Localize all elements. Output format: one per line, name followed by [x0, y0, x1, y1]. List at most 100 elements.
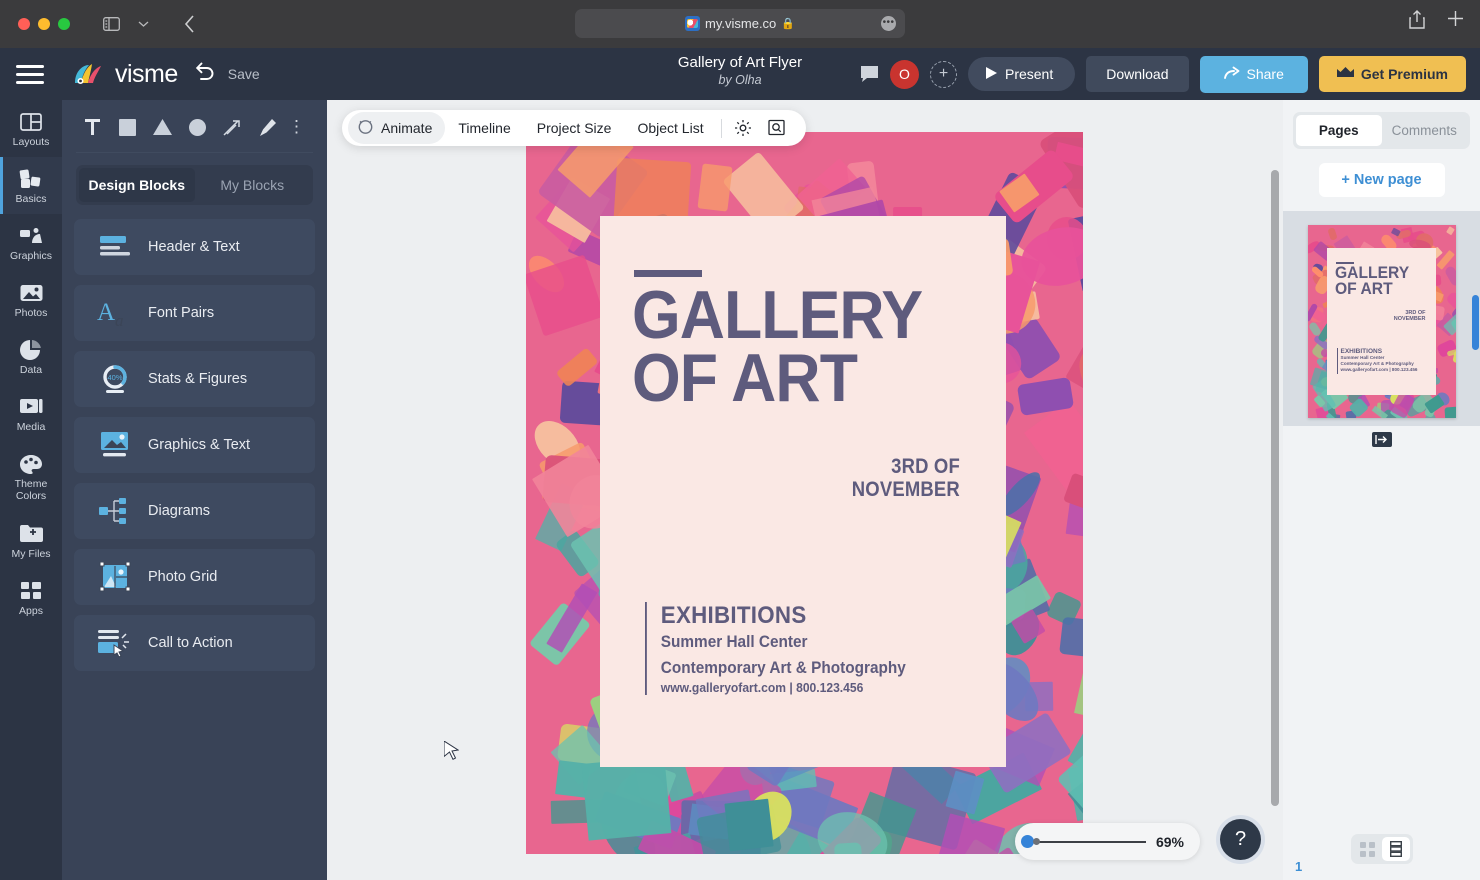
design-blocks-list: Header & Text A a Font Pairs 40% Stats &: [74, 219, 315, 671]
present-button[interactable]: Present: [968, 57, 1075, 91]
triangle-tool-icon[interactable]: [146, 112, 178, 142]
rail-label: Theme Colors: [2, 478, 60, 502]
tab-my-blocks[interactable]: My Blocks: [195, 168, 311, 202]
tab-design-blocks[interactable]: Design Blocks: [79, 168, 195, 202]
sidebar-item-data[interactable]: Data: [0, 328, 62, 385]
sidebar-item-my-files[interactable]: My Files: [0, 512, 62, 569]
canvas-area[interactable]: Animate Timeline Project Size Object Lis…: [327, 100, 1283, 880]
thumbnail-exhibitions: EXHIBITIONS Summer Hall Center Contempor…: [1337, 348, 1418, 374]
premium-label: Get Premium: [1361, 66, 1448, 82]
timeline-button[interactable]: Timeline: [445, 120, 523, 136]
sidebar-toggle-icon[interactable]: [98, 12, 124, 36]
zoom-slider-dot: [1033, 838, 1040, 845]
object-list-button[interactable]: Object List: [624, 120, 716, 136]
rail-label: Graphics: [2, 250, 60, 262]
preview-icon[interactable]: [760, 119, 794, 137]
rail-label: My Files: [2, 548, 60, 560]
close-window-button[interactable]: [18, 18, 30, 30]
rectangle-tool-icon[interactable]: [111, 112, 143, 142]
block-diagrams[interactable]: Diagrams: [74, 483, 315, 539]
avatar[interactable]: O: [890, 60, 919, 89]
tab-comments[interactable]: Comments: [1382, 115, 1468, 146]
block-label: Photo Grid: [148, 569, 217, 585]
sidebar-item-layouts[interactable]: Layouts: [0, 100, 62, 157]
share-icon[interactable]: [1409, 10, 1425, 34]
minimize-window-button[interactable]: [38, 18, 50, 30]
my-files-icon: [2, 523, 60, 545]
tab-pages[interactable]: Pages: [1296, 115, 1382, 146]
sidebar-item-graphics[interactable]: Graphics: [0, 214, 62, 271]
new-tab-icon[interactable]: [1447, 10, 1464, 34]
block-tabs: Design Blocks My Blocks: [76, 165, 313, 205]
page-menu-icon[interactable]: •••: [881, 16, 896, 31]
save-button[interactable]: Save: [228, 66, 260, 82]
graphics-text-icon: [96, 428, 134, 462]
data-icon: [2, 339, 60, 361]
sidebar-item-basics[interactable]: Basics: [0, 157, 62, 214]
line-tool-icon[interactable]: [216, 112, 248, 142]
settings-gear-icon[interactable]: [726, 119, 760, 137]
date-line-1: 3RD OF: [852, 456, 960, 479]
share-button[interactable]: Share: [1200, 56, 1308, 93]
zoom-control[interactable]: 69%: [1015, 823, 1200, 860]
svg-text:a: a: [115, 311, 124, 328]
thumbnail-card: GALLERY OF ART 3RD OF NOVEMBER EXHIBITIO…: [1327, 248, 1436, 395]
block-font-pairs[interactable]: A a Font Pairs: [74, 285, 315, 341]
main-menu-icon[interactable]: [0, 65, 60, 84]
text-tool-icon[interactable]: [76, 112, 108, 142]
back-icon[interactable]: [176, 12, 202, 36]
chevron-down-icon[interactable]: [130, 12, 156, 36]
subject-text: Contemporary Art & Photography: [661, 659, 906, 678]
svg-text:A: A: [97, 299, 115, 326]
page-number: 1: [1295, 859, 1302, 874]
maximize-window-button[interactable]: [58, 18, 70, 30]
page-transition-icon[interactable]: [1372, 432, 1392, 447]
circle-tool-icon[interactable]: [181, 112, 213, 142]
rail-label: Apps: [2, 605, 60, 617]
add-collaborator-icon[interactable]: +: [930, 61, 957, 88]
right-panel-scrollbar[interactable]: [1472, 295, 1479, 350]
block-stats-figures[interactable]: 40% Stats & Figures: [74, 351, 315, 407]
sidebar-item-apps[interactable]: Apps: [0, 569, 62, 626]
poster-canvas[interactable]: GALLERY OF ART 3RD OF NOVEMBER EXHIBITIO…: [526, 132, 1083, 854]
zoom-slider-track[interactable]: [1037, 841, 1146, 843]
photo-grid-icon: [96, 560, 134, 594]
sidebar-item-theme-colors[interactable]: Theme Colors: [0, 442, 62, 511]
animate-button[interactable]: Animate: [348, 112, 445, 144]
block-header-text[interactable]: Header & Text: [74, 219, 315, 275]
brand-name: visme: [115, 60, 178, 89]
help-button[interactable]: ?: [1220, 819, 1261, 860]
rail-label: Photos: [2, 307, 60, 319]
block-photo-grid[interactable]: Photo Grid: [74, 549, 315, 605]
poster-headline[interactable]: GALLERY OF ART: [632, 284, 922, 410]
undo-icon[interactable]: [195, 62, 216, 86]
pen-tool-icon[interactable]: [251, 112, 283, 142]
project-size-button[interactable]: Project Size: [524, 120, 625, 136]
url-bar[interactable]: my.visme.co 🔒 •••: [575, 9, 905, 38]
block-label: Font Pairs: [148, 305, 214, 321]
poster-date[interactable]: 3RD OF NOVEMBER: [852, 456, 960, 501]
get-premium-button[interactable]: Get Premium: [1319, 56, 1466, 92]
grid-view-icon[interactable]: [1354, 837, 1382, 861]
sidebar-item-photos[interactable]: Photos: [0, 271, 62, 328]
canvas-vertical-scrollbar[interactable]: [1271, 170, 1279, 806]
page-thumbnail[interactable]: GALLERY OF ART 3RD OF NOVEMBER EXHIBITIO…: [1308, 225, 1456, 418]
poster-exhibitions-block[interactable]: EXHIBITIONS Summer Hall Center Contempor…: [645, 602, 906, 695]
poster-card[interactable]: GALLERY OF ART 3RD OF NOVEMBER EXHIBITIO…: [600, 216, 1006, 767]
date-line-2: NOVEMBER: [852, 479, 960, 502]
new-page-button[interactable]: + New page: [1319, 163, 1445, 197]
download-button[interactable]: Download: [1086, 56, 1188, 92]
contact-text: www.galleryofart.com | 800.123.456: [661, 680, 906, 695]
more-tools-icon[interactable]: ⋮: [288, 122, 305, 132]
view-mode-toggle: [1351, 834, 1413, 864]
list-view-icon[interactable]: [1382, 837, 1410, 861]
window-controls[interactable]: [18, 18, 70, 30]
page-thumbnail-slot[interactable]: GALLERY OF ART 3RD OF NOVEMBER EXHIBITIO…: [1283, 211, 1480, 426]
rail-label: Media: [2, 421, 60, 433]
comments-icon[interactable]: [860, 65, 879, 84]
venue-text: Summer Hall Center: [661, 633, 906, 652]
block-graphics-text[interactable]: Graphics & Text: [74, 417, 315, 473]
sidebar-item-media[interactable]: Media: [0, 385, 62, 442]
block-call-to-action[interactable]: Call to Action: [74, 615, 315, 671]
present-label: Present: [1005, 66, 1053, 82]
